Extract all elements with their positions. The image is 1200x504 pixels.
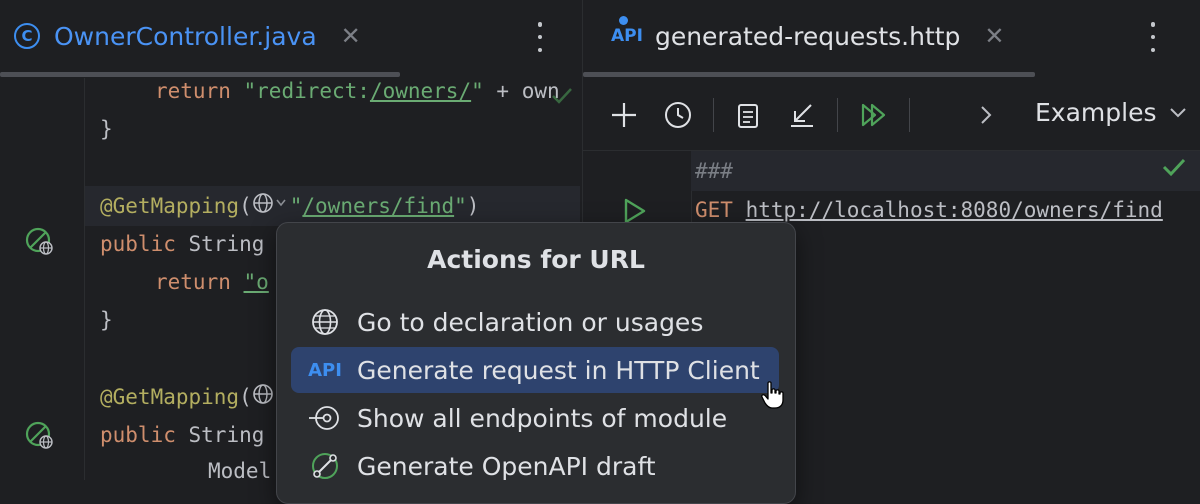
java-class-icon: C	[14, 23, 40, 49]
api-icon: API	[308, 359, 342, 381]
api-icon: API	[611, 16, 643, 46]
toolbar-separator	[713, 98, 714, 132]
run-all-icon	[861, 103, 886, 127]
code-line[interactable]: @GetMapping(	[100, 378, 274, 416]
import-arrow-icon	[791, 104, 813, 127]
close-icon[interactable]: ✕	[984, 22, 1004, 50]
import-button[interactable]	[783, 96, 821, 134]
code-line[interactable]: public String	[100, 225, 264, 263]
left-tab-bar: C OwnerController.java ✕	[0, 0, 580, 78]
tab-owner-controller[interactable]: C OwnerController.java ✕	[14, 0, 361, 72]
show-endpoints-item[interactable]: Show all endpoints of module	[291, 395, 779, 441]
history-button[interactable]	[659, 96, 697, 134]
plus-icon	[612, 103, 636, 127]
current-line-highlight	[691, 151, 1200, 191]
examples-dropdown[interactable]: Examples	[1035, 98, 1188, 127]
hand-cursor-icon	[761, 381, 784, 409]
generate-openapi-item[interactable]: Generate OpenAPI draft	[291, 443, 779, 489]
code-line[interactable]: }	[100, 301, 113, 339]
http-client-toolbar: Examples	[583, 80, 1200, 151]
chevron-right-icon	[981, 106, 992, 124]
globe-inlay-icon[interactable]	[252, 188, 290, 226]
run-all-button[interactable]	[855, 96, 893, 134]
gutter-divider	[84, 78, 85, 480]
code-line[interactable]: @GetMapping("/owners/find")	[100, 187, 479, 225]
request-url[interactable]: http://localhost:8080/owners/find	[746, 198, 1163, 222]
endpoint-gutter-icon[interactable]	[24, 226, 56, 258]
chevron-down-icon	[1170, 107, 1187, 117]
http-method: GET	[695, 198, 733, 222]
examples-label: Examples	[1035, 98, 1157, 127]
expand-toolbar-button[interactable]	[967, 96, 1005, 134]
code-line[interactable]: Model	[208, 452, 271, 480]
globe-icon	[307, 307, 343, 337]
generate-request-item[interactable]: API Generate request in HTTP Client	[291, 347, 779, 393]
toolbar-separator	[909, 98, 910, 132]
tab-title: generated-requests.http	[654, 21, 961, 51]
globe-inlay-icon[interactable]	[252, 379, 274, 417]
document-icon	[738, 104, 758, 128]
toolbar-separator	[837, 98, 838, 132]
check-icon	[1162, 158, 1186, 177]
more-options-icon[interactable]	[536, 22, 544, 52]
openapi-icon	[307, 450, 343, 482]
add-request-button[interactable]	[605, 96, 643, 134]
actions-for-url-popup: Actions for URL Go to declaration or usa…	[276, 222, 796, 504]
popup-title: Actions for URL	[427, 245, 645, 274]
active-tab-indicator	[583, 72, 1035, 77]
close-icon[interactable]: ✕	[341, 22, 361, 50]
more-options-icon[interactable]	[1149, 22, 1157, 52]
code-line[interactable]: }	[100, 110, 113, 148]
code-line[interactable]: return "o	[155, 263, 269, 301]
endpoint-gutter-icon[interactable]	[24, 420, 56, 452]
endpoints-icon	[307, 403, 343, 433]
clock-icon	[665, 102, 691, 128]
code-line[interactable]: public String	[100, 416, 264, 454]
convert-button[interactable]	[729, 96, 767, 134]
tab-generated-requests[interactable]: API generated-requests.http ✕	[611, 0, 1005, 72]
request-separator[interactable]: ###	[695, 152, 733, 190]
tab-title: OwnerController.java	[54, 21, 317, 51]
go-to-declaration-item[interactable]: Go to declaration or usages	[291, 299, 779, 345]
check-icon	[552, 88, 572, 104]
code-line[interactable]: return "redirect:/owners/" + own	[155, 72, 560, 110]
